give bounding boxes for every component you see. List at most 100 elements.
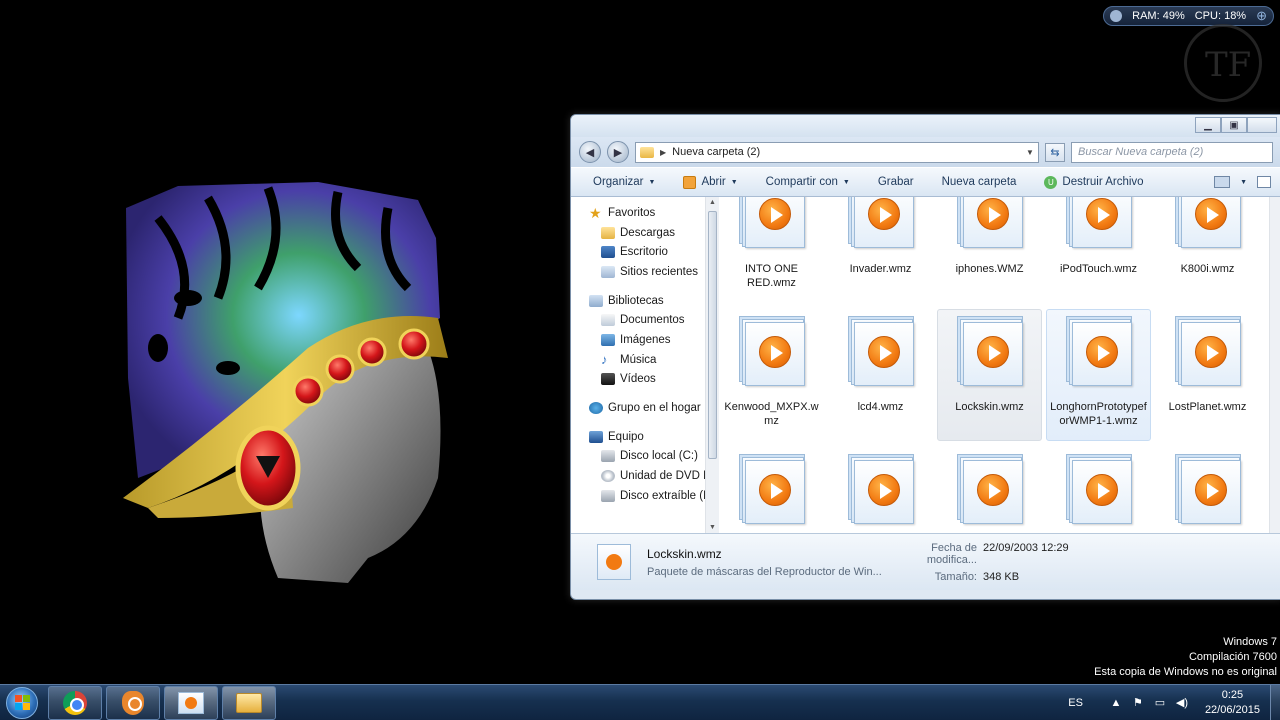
share-with-button[interactable]: Compartir con ▼: [752, 176, 864, 188]
organize-button[interactable]: Organizar ▼: [579, 176, 669, 188]
file-item[interactable]: LostPlanet.wmz: [1155, 309, 1260, 441]
nav-item-vídeos[interactable]: Vídeos: [571, 370, 719, 390]
size-label: Tamaño:: [934, 570, 977, 583]
file-item[interactable]: Invader.wmz: [828, 197, 933, 303]
nav-item-disco-extraíble-f[interactable]: Disco extraíble (F: [571, 486, 719, 506]
network-icon[interactable]: ▭: [1153, 696, 1167, 709]
nav-item-equipo[interactable]: Equipo: [571, 427, 719, 447]
nav-item-música[interactable]: ♪ Música: [571, 350, 719, 370]
show-desktop-button[interactable]: [1270, 684, 1280, 720]
nav-item-escritorio[interactable]: Escritorio: [571, 242, 719, 262]
homegroup-icon: [589, 402, 603, 415]
refresh-button[interactable]: ⇆: [1045, 142, 1065, 162]
taskbar-explorer[interactable]: [222, 685, 276, 720]
star-icon: ★: [589, 204, 602, 221]
file-item[interactable]: iPodTouch.wmz: [1046, 197, 1151, 303]
nav-item-sitios-recientes[interactable]: Sitios recientes: [571, 262, 719, 282]
media-player-icon: [683, 175, 697, 189]
nav-item-descargas[interactable]: Descargas: [571, 223, 719, 243]
file-item[interactable]: Main_Street.wmz: [828, 447, 933, 533]
file-item[interactable]: LonghornPrototypeforWMP1-1.wmz: [1046, 309, 1151, 441]
details-pane: Lockskin.wmz Paquete de máscaras del Rep…: [571, 533, 1280, 590]
file-name: Kenwood_MXPX.wmz: [724, 401, 819, 427]
nav-item-disco-local-c[interactable]: Disco local (C:): [571, 447, 719, 467]
burn-button[interactable]: Grabar: [864, 176, 928, 188]
address-row: ◀ ▶ ▶ Nueva carpeta (2) ▼ ⇆ Buscar Nueva…: [571, 137, 1280, 167]
explorer-icon: [236, 692, 262, 713]
clock-date: 22/06/2015: [1204, 703, 1260, 716]
explorer-window[interactable]: ▁ ▣ ◀ ▶ ▶ Nueva carpeta (2) ▼ ⇆ Buscar N…: [570, 114, 1280, 600]
back-button[interactable]: ◀: [579, 141, 601, 163]
taskbar-chrome[interactable]: [48, 685, 102, 720]
size-value: 348 KB: [983, 570, 1020, 583]
gadget-meter-icon: [1110, 10, 1123, 22]
close-button[interactable]: [1247, 117, 1277, 133]
nav-item-label: Vídeos: [620, 373, 656, 386]
minimize-button[interactable]: ▁: [1195, 117, 1221, 133]
file-item[interactable]: iphones.WMZ: [937, 197, 1042, 303]
navigation-scrollbar[interactable]: ▲ ▼: [705, 197, 719, 533]
wmz-skin-file-icon: [1173, 316, 1243, 388]
clock[interactable]: 0:25 22/06/2015: [1205, 688, 1260, 718]
nav-item-label: Escritorio: [620, 246, 668, 259]
nav-item-favoritos[interactable]: ★ Favoritos: [571, 203, 719, 223]
os-genuine-notice: Esta copia de Windows no es original: [1094, 666, 1277, 678]
address-bar[interactable]: ▶ Nueva carpeta (2) ▼: [635, 141, 1039, 163]
system-monitor-gadget[interactable]: RAM: 49% CPU: 18% ⊕: [1103, 6, 1274, 26]
open-button[interactable]: Abrir ▼: [669, 175, 751, 189]
maximize-button[interactable]: ▣: [1221, 117, 1247, 133]
file-item[interactable]: INTO ONE RED.wmz: [719, 197, 824, 303]
destroy-file-button[interactable]: U Destruir Archivo: [1030, 175, 1157, 189]
action-center-icon[interactable]: ⚑: [1131, 696, 1145, 709]
file-item[interactable]: Lockskin.wmz: [937, 309, 1042, 441]
nav-item-label: Disco local (C:): [620, 450, 698, 463]
documents-icon: [601, 314, 615, 327]
nav-item-label: Bibliotecas: [608, 294, 664, 307]
breadcrumb-current-folder[interactable]: Nueva carpeta (2): [672, 146, 760, 158]
file-name: K800i.wmz: [1180, 263, 1235, 275]
file-list[interactable]: INTO ONE RED.wmz Invader.wmz iphones.WMZ iP…: [719, 197, 1280, 533]
window-titlebar[interactable]: ▁ ▣: [571, 115, 1280, 137]
lockskin-player-skin[interactable]: [118, 178, 463, 583]
file-item[interactable]: Miniplayer.wmz: [1155, 447, 1260, 533]
nav-item-grupo-en-el-hogar[interactable]: Grupo en el hogar: [571, 398, 719, 418]
media-player-icon: [122, 690, 144, 715]
file-item[interactable]: K800i.wmz: [1155, 197, 1260, 303]
navigation-pane[interactable]: ▲ ▼ ★ Favoritos Descargas Escritorio Sitios …: [571, 197, 719, 533]
start-button[interactable]: [0, 685, 44, 720]
language-indicator[interactable]: ES: [1068, 697, 1083, 709]
preview-pane-icon[interactable]: [1257, 176, 1271, 188]
nav-item-documentos[interactable]: Documentos: [571, 310, 719, 330]
file-item[interactable]: mini_red_skin.wmz: [1046, 447, 1151, 533]
nav-item-label: Unidad de DVD R: [620, 470, 712, 483]
file-item[interactable]: macosx1-0.wmz: [719, 447, 824, 533]
volume-icon[interactable]: ◀): [1175, 696, 1189, 709]
file-list-scrollbar[interactable]: [1269, 197, 1280, 533]
new-folder-button[interactable]: Nueva carpeta: [928, 176, 1031, 188]
forward-button[interactable]: ▶: [607, 141, 629, 163]
cpu-usage: CPU: 18%: [1194, 10, 1247, 22]
taskbar-skin-window[interactable]: [164, 685, 218, 720]
view-options-dropdown-icon[interactable]: ▼: [1240, 179, 1247, 186]
file-name: LonghornPrototypeforWMP1-1.wmz: [1050, 401, 1147, 427]
file-item[interactable]: lcd4.wmz: [828, 309, 933, 441]
breadcrumb-arrow-icon[interactable]: ▶: [660, 148, 666, 157]
nav-item-imágenes[interactable]: Imágenes: [571, 330, 719, 350]
nav-item-bibliotecas[interactable]: Bibliotecas: [571, 291, 719, 311]
clock-time: 0:25: [1221, 688, 1244, 701]
change-view-icon[interactable]: [1214, 176, 1231, 188]
file-item[interactable]: MediaPad1-0.wmz: [937, 447, 1042, 533]
gadget-add-icon[interactable]: ⊕: [1256, 8, 1267, 24]
search-input[interactable]: Buscar Nueva carpeta (2): [1071, 141, 1273, 163]
wmz-skin-file-icon: [846, 454, 916, 526]
explorer-body: ▲ ▼ ★ Favoritos Descargas Escritorio Sitios …: [571, 197, 1280, 533]
file-item[interactable]: Kenwood_MXPX.wmz: [719, 309, 824, 441]
address-history-dropdown-icon[interactable]: ▼: [1022, 148, 1038, 157]
show-hidden-icons-icon[interactable]: ▲: [1109, 696, 1123, 709]
folder-icon: [640, 146, 654, 158]
nav-item-unidad-de-dvd-r[interactable]: Unidad de DVD R: [571, 466, 719, 486]
wmz-skin-file-icon: [737, 197, 807, 250]
nav-item-label: Grupo en el hogar: [608, 402, 701, 415]
taskbar-media-player[interactable]: [106, 685, 160, 720]
wmz-skin-file-icon: [1064, 197, 1134, 250]
